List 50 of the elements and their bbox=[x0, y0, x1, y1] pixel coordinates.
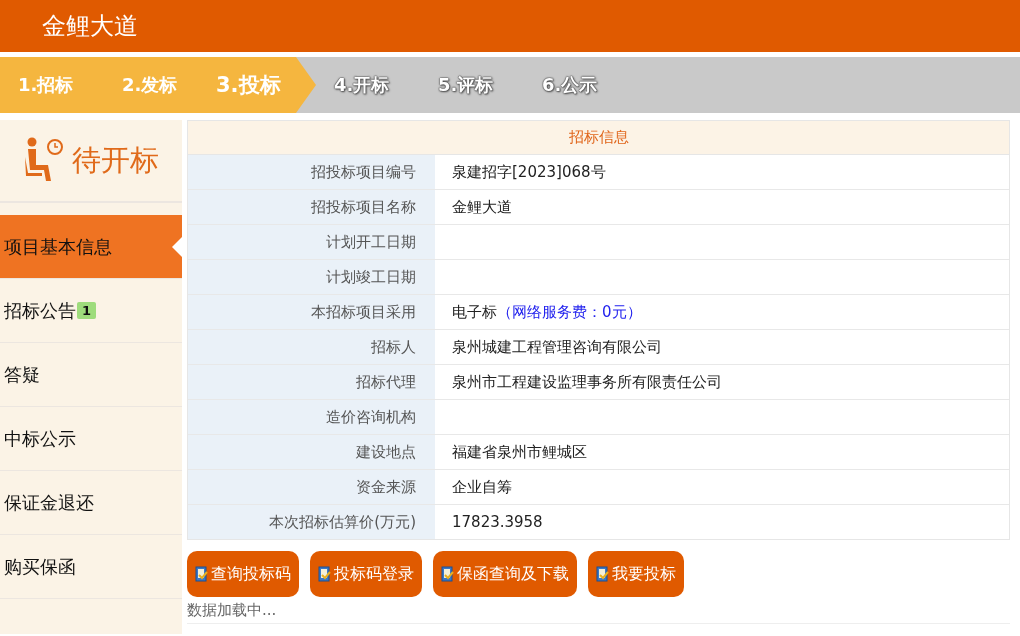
loading-text: 数据加载中... bbox=[187, 601, 1010, 624]
sidebar-item[interactable]: 保证金退还 bbox=[0, 471, 182, 535]
field-label: 计划竣工日期 bbox=[188, 260, 435, 294]
action-button[interactable]: 我要投标 bbox=[588, 551, 684, 597]
count-badge: 1 bbox=[77, 302, 97, 319]
field-label: 招标代理 bbox=[188, 365, 435, 399]
sidebar-item-label: 项目基本信息 bbox=[4, 234, 112, 259]
field-value: 企业自筹 bbox=[452, 478, 512, 496]
step-label: 2.发标 bbox=[104, 57, 208, 113]
sidebar-item-label: 招标公告 bbox=[4, 298, 76, 323]
step-label: 3.投标 bbox=[208, 57, 316, 113]
field-label: 资金来源 bbox=[188, 470, 435, 504]
field-value: 电子标 bbox=[452, 303, 497, 321]
step-label: 4.开标 bbox=[333, 73, 391, 97]
table-title: 招标信息 bbox=[188, 121, 1009, 155]
document-icon bbox=[195, 565, 209, 583]
step-label: 1.招标 bbox=[0, 57, 104, 113]
field-value: 福建省泉州市鲤城区 bbox=[452, 443, 587, 461]
sidebar-item[interactable]: 中标公示 bbox=[0, 407, 182, 471]
field-label: 招投标项目名称 bbox=[188, 190, 435, 224]
field-value: 泉州市工程建设监理事务所有限责任公司 bbox=[452, 373, 722, 391]
sidebar-item[interactable]: 项目基本信息 bbox=[0, 215, 182, 279]
field-label: 招标人 bbox=[188, 330, 435, 364]
field-value: 17823.3958 bbox=[452, 513, 543, 531]
field-label: 本次招标估算价(万元) bbox=[188, 505, 435, 539]
field-label: 计划开工日期 bbox=[188, 225, 435, 259]
status-label: 待开标 bbox=[71, 141, 159, 179]
fee-note: （网络服务费：0元） bbox=[497, 303, 642, 321]
field-label: 本招标项目采用 bbox=[188, 295, 435, 329]
document-icon bbox=[441, 565, 455, 583]
sidebar-item-label: 购买保函 bbox=[4, 554, 76, 579]
document-icon bbox=[596, 565, 610, 583]
field-label: 造价咨询机构 bbox=[188, 400, 435, 434]
field-value: 泉建招字[2023]068号 bbox=[452, 163, 606, 181]
sidebar-item-label: 保证金退还 bbox=[4, 490, 94, 515]
field-value: 金鲤大道 bbox=[452, 198, 512, 216]
field-label: 建设地点 bbox=[188, 435, 435, 469]
page-title: 金鲤大道 bbox=[42, 11, 138, 42]
sidebar-item[interactable]: 招标公告 1 bbox=[0, 279, 182, 343]
field-value: 泉州城建工程管理咨询有限公司 bbox=[452, 338, 662, 356]
action-button[interactable]: 查询投标码 bbox=[187, 551, 299, 597]
document-icon bbox=[318, 565, 332, 583]
sidebar-item-label: 答疑 bbox=[4, 362, 40, 387]
sidebar-item[interactable]: 答疑 bbox=[0, 343, 182, 407]
step-label: 5.评标 bbox=[437, 73, 495, 97]
action-button[interactable]: 保函查询及下载 bbox=[433, 551, 577, 597]
field-label: 招投标项目编号 bbox=[188, 155, 435, 189]
sidebar-item-label: 中标公示 bbox=[4, 426, 76, 451]
sidebar-item[interactable]: 购买保函 bbox=[0, 535, 182, 599]
action-button[interactable]: 投标码登录 bbox=[310, 551, 422, 597]
